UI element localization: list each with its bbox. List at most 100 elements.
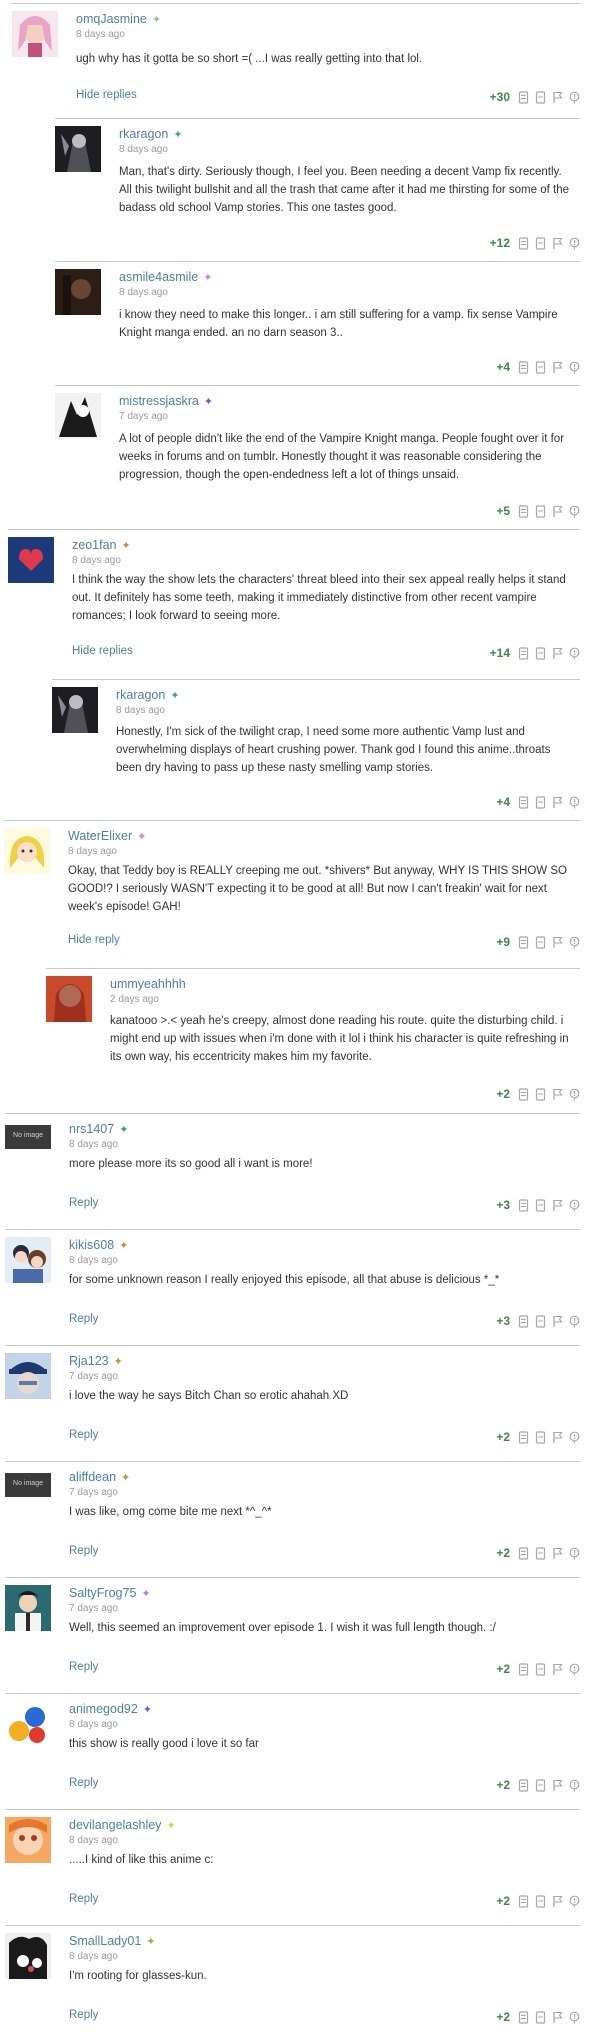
thumbs-up-icon[interactable]: [518, 504, 529, 518]
username-link[interactable]: Rja123 ✦: [69, 1354, 123, 1368]
flag-icon[interactable]: [552, 1431, 563, 1444]
report-icon[interactable]: [569, 1779, 580, 1792]
thumbs-up-icon[interactable]: [518, 795, 529, 809]
reply-link[interactable]: Reply: [69, 1313, 98, 1325]
flag-icon[interactable]: [552, 1199, 563, 1212]
username-link[interactable]: aliffdean ✦: [69, 1470, 130, 1484]
thumbs-down-icon[interactable]: [535, 1087, 546, 1101]
username-link[interactable]: asmile4asmile ✦: [119, 270, 212, 284]
report-icon[interactable]: [569, 1895, 580, 1908]
thumbs-up-icon[interactable]: [518, 646, 529, 660]
thumbs-down-icon[interactable]: [535, 1430, 546, 1444]
user-avatar[interactable]: [52, 687, 98, 733]
username-link[interactable]: nrs1407 ✦: [69, 1122, 128, 1136]
thumbs-down-icon[interactable]: [535, 935, 546, 949]
thumbs-down-icon[interactable]: [535, 1662, 546, 1676]
report-icon[interactable]: [569, 237, 580, 250]
username-link[interactable]: mistressjaskra ✦: [119, 394, 213, 408]
thumbs-up-icon[interactable]: [518, 1087, 529, 1101]
user-avatar[interactable]: No image: [5, 1473, 51, 1497]
thumbs-down-icon[interactable]: [535, 1198, 546, 1212]
report-icon[interactable]: [569, 647, 580, 660]
user-avatar[interactable]: No image: [5, 1125, 51, 1149]
flag-icon[interactable]: [552, 505, 563, 518]
hide-replies-link[interactable]: Hide reply: [68, 934, 120, 946]
username-link[interactable]: rkaragon ✦: [116, 688, 180, 702]
flag-icon[interactable]: [552, 1895, 563, 1908]
report-icon[interactable]: [569, 2011, 580, 2024]
thumbs-up-icon[interactable]: [518, 1894, 529, 1908]
username-link[interactable]: kikis608 ✦: [69, 1238, 128, 1252]
reply-link[interactable]: Reply: [69, 1661, 98, 1673]
thumbs-up-icon[interactable]: [518, 1778, 529, 1792]
thumbs-down-icon[interactable]: [535, 646, 546, 660]
flag-icon[interactable]: [552, 796, 563, 809]
username-link[interactable]: SaltyFrog75 ✦: [69, 1586, 151, 1600]
reply-link[interactable]: Reply: [69, 1893, 98, 1905]
reply-link[interactable]: Reply: [69, 1197, 98, 1209]
username-link[interactable]: SmallLady01 ✦: [69, 1934, 155, 1948]
thumbs-up-icon[interactable]: [518, 360, 529, 374]
thumbs-down-icon[interactable]: [535, 2010, 546, 2024]
thumbs-up-icon[interactable]: [518, 1662, 529, 1676]
reply-link[interactable]: Reply: [69, 1545, 98, 1557]
thumbs-up-icon[interactable]: [518, 2010, 529, 2024]
user-avatar[interactable]: [8, 537, 54, 583]
flag-icon[interactable]: [552, 1779, 563, 1792]
user-avatar[interactable]: [55, 126, 101, 172]
report-icon[interactable]: [569, 361, 580, 374]
thumbs-up-icon[interactable]: [518, 1314, 529, 1328]
username-link[interactable]: devilangelashley ✦: [69, 1818, 176, 1832]
report-icon[interactable]: [569, 1663, 580, 1676]
user-avatar[interactable]: [5, 1585, 51, 1631]
user-avatar[interactable]: [55, 269, 101, 315]
flag-icon[interactable]: [552, 936, 563, 949]
report-icon[interactable]: [569, 1547, 580, 1560]
report-icon[interactable]: [569, 1431, 580, 1444]
user-avatar[interactable]: [5, 1817, 51, 1863]
username-link[interactable]: ummyeahhhh: [110, 977, 186, 991]
user-avatar[interactable]: [5, 1353, 51, 1399]
user-avatar[interactable]: [12, 11, 58, 57]
report-icon[interactable]: [569, 1088, 580, 1101]
thumbs-down-icon[interactable]: [535, 504, 546, 518]
username-link[interactable]: WaterElixer ✦: [68, 829, 146, 843]
thumbs-down-icon[interactable]: [535, 1894, 546, 1908]
report-icon[interactable]: [569, 1315, 580, 1328]
username-link[interactable]: omqJasmine ✦: [76, 12, 161, 26]
thumbs-up-icon[interactable]: [518, 1198, 529, 1212]
flag-icon[interactable]: [552, 91, 563, 104]
flag-icon[interactable]: [552, 1547, 563, 1560]
reply-link[interactable]: Reply: [69, 1429, 98, 1441]
user-avatar[interactable]: [5, 1701, 51, 1747]
flag-icon[interactable]: [552, 1088, 563, 1101]
flag-icon[interactable]: [552, 237, 563, 250]
hide-replies-link[interactable]: Hide replies: [72, 645, 133, 657]
reply-link[interactable]: Reply: [69, 2009, 98, 2021]
thumbs-up-icon[interactable]: [518, 1546, 529, 1560]
flag-icon[interactable]: [552, 2011, 563, 2024]
thumbs-up-icon[interactable]: [518, 90, 529, 104]
username-link[interactable]: animegod92 ✦: [69, 1702, 152, 1716]
thumbs-up-icon[interactable]: [518, 236, 529, 250]
thumbs-up-icon[interactable]: [518, 1430, 529, 1444]
username-link[interactable]: zeo1fan ✦: [72, 538, 131, 552]
user-avatar[interactable]: [55, 393, 101, 439]
user-avatar[interactable]: [46, 976, 92, 1022]
thumbs-down-icon[interactable]: [535, 795, 546, 809]
thumbs-down-icon[interactable]: [535, 1546, 546, 1560]
thumbs-down-icon[interactable]: [535, 1314, 546, 1328]
reply-link[interactable]: Reply: [69, 1777, 98, 1789]
report-icon[interactable]: [569, 91, 580, 104]
hide-replies-link[interactable]: Hide replies: [76, 89, 137, 101]
flag-icon[interactable]: [552, 361, 563, 374]
report-icon[interactable]: [569, 796, 580, 809]
thumbs-down-icon[interactable]: [535, 360, 546, 374]
flag-icon[interactable]: [552, 647, 563, 660]
report-icon[interactable]: [569, 505, 580, 518]
report-icon[interactable]: [569, 936, 580, 949]
report-icon[interactable]: [569, 1199, 580, 1212]
user-avatar[interactable]: [5, 1237, 51, 1283]
thumbs-down-icon[interactable]: [535, 236, 546, 250]
flag-icon[interactable]: [552, 1315, 563, 1328]
